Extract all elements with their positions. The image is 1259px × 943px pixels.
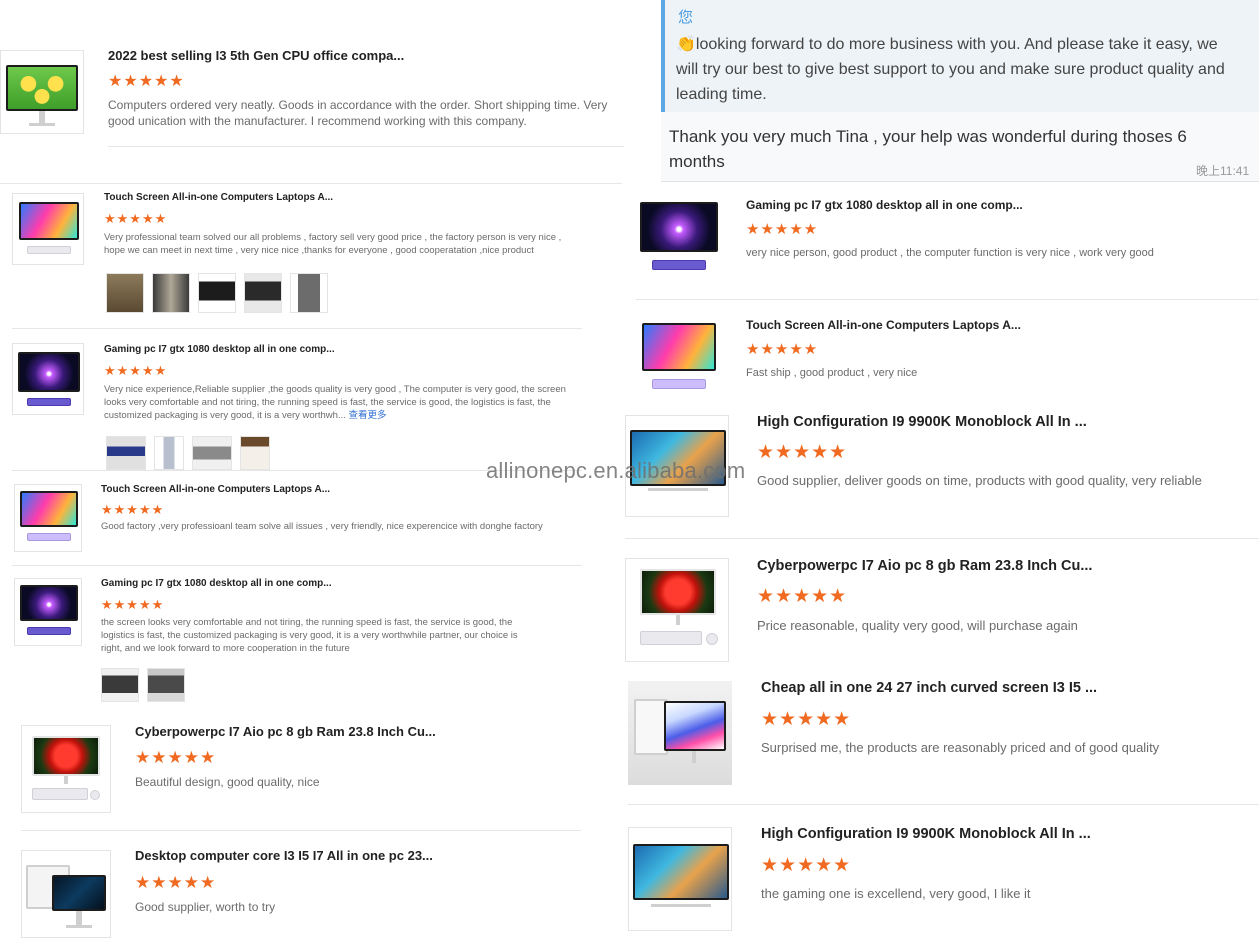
review-text: very nice person, good product , the com… bbox=[746, 247, 1154, 259]
monitor-image bbox=[634, 699, 668, 755]
rating-stars: ★★★★★ bbox=[746, 221, 819, 238]
monitor-image bbox=[633, 844, 729, 900]
review-text-body: Very nice experience,Reliable supplier ,… bbox=[104, 384, 566, 421]
review-photo[interactable] bbox=[290, 273, 328, 313]
product-title[interactable]: Cyberpowerpc I7 Aio pc 8 gb Ram 23.8 Inc… bbox=[757, 558, 1107, 574]
product-title[interactable]: Touch Screen All-in-one Computers Laptop… bbox=[746, 318, 1046, 332]
review-photo-gallery bbox=[106, 436, 270, 470]
review-text: Good supplier, worth to try bbox=[135, 900, 276, 914]
review-text: Computers ordered very neatly. Goods in … bbox=[108, 98, 608, 129]
review-photo[interactable] bbox=[198, 273, 236, 313]
monitor-image bbox=[19, 202, 79, 240]
see-more-link[interactable]: 查看更多 bbox=[348, 410, 386, 421]
review-photo-gallery bbox=[101, 668, 185, 702]
product-title[interactable]: High Configuration I9 9900K Monoblock Al… bbox=[757, 414, 1107, 430]
monitor-image bbox=[640, 202, 718, 252]
review-photo-gallery bbox=[106, 273, 328, 313]
product-title[interactable]: High Configuration I9 9900K Monoblock Al… bbox=[761, 826, 1116, 842]
product-thumbnail[interactable] bbox=[21, 725, 111, 813]
review-photo[interactable] bbox=[106, 436, 146, 470]
monitor-image bbox=[32, 736, 100, 776]
rating-stars: ★★★★★ bbox=[761, 709, 852, 730]
review-photo[interactable] bbox=[192, 436, 232, 470]
review-photo[interactable] bbox=[152, 273, 190, 313]
rating-stars: ★★★★★ bbox=[761, 855, 852, 876]
review-photo[interactable] bbox=[240, 436, 270, 470]
clapping-hands-icon: 👏 bbox=[676, 36, 696, 53]
monitor-image bbox=[18, 352, 80, 392]
product-thumbnail[interactable] bbox=[12, 343, 84, 415]
quoted-message-text: 👏looking forward to do more business wit… bbox=[676, 32, 1236, 107]
monitor-image bbox=[664, 701, 726, 751]
rating-stars: ★★★★★ bbox=[101, 597, 165, 612]
monitor-image bbox=[6, 65, 78, 111]
review-text: Very nice experience,Reliable supplier ,… bbox=[104, 384, 572, 422]
product-thumbnail[interactable] bbox=[625, 558, 729, 662]
review-text: Fast ship , good product , very nice bbox=[746, 367, 918, 379]
review-photo[interactable] bbox=[101, 668, 139, 702]
product-title[interactable]: Gaming pc I7 gtx 1080 desktop all in one… bbox=[101, 578, 361, 589]
product-title[interactable]: Desktop computer core I3 I5 I7 All in on… bbox=[135, 848, 445, 863]
product-thumbnail[interactable] bbox=[0, 50, 84, 134]
review-text: Surprised me, the products are reasonabl… bbox=[761, 740, 1160, 755]
product-title[interactable]: Gaming pc I7 gtx 1080 desktop all in one… bbox=[104, 344, 364, 355]
product-thumbnail[interactable] bbox=[636, 196, 722, 284]
rating-stars: ★★★★★ bbox=[135, 748, 217, 767]
rating-stars: ★★★★★ bbox=[104, 363, 168, 378]
product-title[interactable]: Gaming pc I7 gtx 1080 desktop all in one… bbox=[746, 198, 1046, 212]
rating-stars: ★★★★★ bbox=[757, 586, 848, 607]
rating-stars: ★★★★★ bbox=[108, 73, 185, 90]
review-text: the screen looks very comfortable and no… bbox=[101, 617, 518, 654]
review-text: the gaming one is excellend, very good, … bbox=[761, 886, 1031, 901]
quote-header: 您 bbox=[678, 9, 694, 26]
product-thumbnail[interactable] bbox=[14, 578, 82, 646]
review-text: Good factory ,very professioanl team sol… bbox=[101, 521, 543, 532]
monitor-image bbox=[640, 569, 716, 615]
product-thumbnail[interactable] bbox=[21, 850, 111, 938]
watermark-text: allinonepc.en.alibaba.com bbox=[486, 458, 746, 483]
review-photo[interactable] bbox=[154, 436, 184, 470]
review-text: Good supplier, deliver goods on time, pr… bbox=[757, 473, 1202, 488]
review-photo[interactable] bbox=[244, 273, 282, 313]
review-text: Price reasonable, quality very good, wil… bbox=[757, 618, 1078, 633]
rating-stars: ★★★★★ bbox=[101, 502, 165, 517]
quoted-message-body: looking forward to do more business with… bbox=[676, 36, 1225, 103]
product-title[interactable]: Touch Screen All-in-one Computers Laptop… bbox=[101, 484, 361, 495]
product-thumbnail[interactable] bbox=[628, 827, 732, 931]
product-thumbnail[interactable] bbox=[14, 484, 82, 552]
rating-stars: ★★★★★ bbox=[757, 442, 848, 463]
product-title[interactable]: 2022 best selling I3 5th Gen CPU office … bbox=[108, 48, 408, 63]
rating-stars: ★★★★★ bbox=[746, 341, 819, 358]
chat-reply-text: Thank you very much Tina , your help was… bbox=[669, 127, 1187, 171]
rating-stars: ★★★★★ bbox=[135, 873, 217, 892]
product-thumbnail[interactable] bbox=[636, 317, 722, 403]
message-timestamp: 晚上11:41 bbox=[1196, 164, 1250, 178]
product-thumbnail[interactable] bbox=[12, 193, 84, 265]
review-text: Beautiful design, good quality, nice bbox=[135, 775, 320, 789]
review-text: Very professional team solved our all pr… bbox=[104, 232, 562, 256]
product-title[interactable]: Touch Screen All-in-one Computers Laptop… bbox=[104, 192, 364, 203]
monitor-image bbox=[20, 585, 78, 621]
review-photo[interactable] bbox=[106, 273, 144, 313]
monitor-image bbox=[642, 323, 716, 371]
monitor-image bbox=[52, 875, 106, 911]
product-title[interactable]: Cyberpowerpc I7 Aio pc 8 gb Ram 23.8 Inc… bbox=[135, 724, 445, 739]
review-photo[interactable] bbox=[147, 668, 185, 702]
product-thumbnail[interactable] bbox=[628, 681, 732, 785]
product-title[interactable]: Cheap all in one 24 27 inch curved scree… bbox=[761, 680, 1116, 696]
monitor-image bbox=[20, 491, 78, 527]
rating-stars: ★★★★★ bbox=[104, 211, 168, 226]
